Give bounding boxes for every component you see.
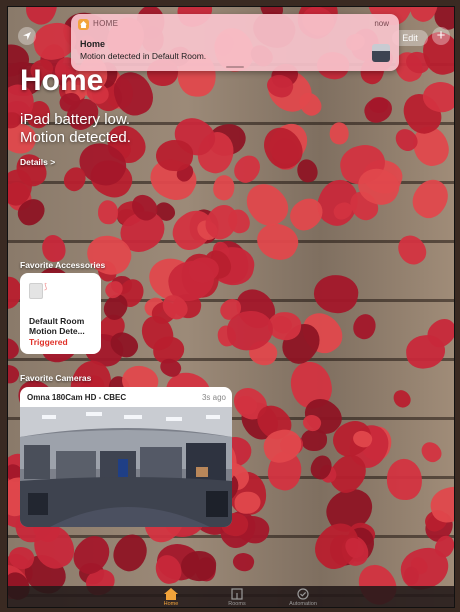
ivy-leaf (406, 172, 454, 224)
tab-bar: Home Rooms Automation (8, 586, 454, 607)
accessory-name: Default Room Motion Dete... (29, 316, 85, 336)
add-button[interactable]: + (432, 27, 450, 45)
accessory-state: Triggered (29, 337, 68, 347)
tab-rooms-label: Rooms (228, 601, 246, 607)
ivy-leaf (210, 172, 237, 202)
ivy-leaf (393, 230, 432, 270)
status-summary: iPad battery low. Motion detected. (20, 111, 131, 147)
page-title: Home (20, 64, 104, 97)
favorite-cameras-label: Favorite Cameras (20, 373, 92, 383)
camera-card[interactable]: Omna 180Cam HD - CBEC 3s ago (20, 387, 232, 527)
motion-sensor-icon (29, 283, 43, 299)
camera-feed[interactable] (20, 407, 232, 527)
details-link[interactable]: Details > (20, 157, 55, 167)
house-icon (164, 588, 178, 600)
office-camera-image (20, 407, 232, 527)
notification-banner[interactable]: HOME now Home Motion detected in Default… (71, 14, 399, 71)
accessory-tile-motion-sensor[interactable]: ⟆ Default Room Motion Dete... Triggered (20, 273, 101, 354)
motion-waves-icon: ⟆ (44, 282, 48, 291)
tab-automation-label: Automation (289, 601, 317, 607)
ivy-leaf (96, 199, 119, 225)
favorite-accessories-label: Favorite Accessories (20, 260, 106, 270)
notification-grabber[interactable] (226, 66, 244, 68)
rooms-icon (231, 588, 243, 600)
ivy-leaf (40, 233, 67, 264)
ivy-leaf (328, 121, 351, 147)
ivy-leaf (296, 157, 320, 185)
notification-camera-thumbnail (372, 44, 390, 62)
status-line-battery: iPad battery low. (20, 111, 131, 128)
status-line-motion: Motion detected. (20, 129, 131, 146)
tab-automation[interactable]: Automation (273, 588, 333, 607)
location-arrow-icon (23, 32, 31, 40)
ivy-leaf (386, 458, 423, 501)
home-app-icon (78, 19, 89, 30)
ivy-leaf (390, 386, 414, 411)
notification-title: Home (80, 39, 106, 49)
ivy-leaf (107, 528, 155, 578)
notification-app-name: HOME (93, 19, 119, 28)
ivy-leaf (349, 311, 380, 344)
camera-timestamp: 3s ago (201, 393, 226, 402)
clock-check-icon (297, 588, 309, 600)
ivy-leaf (310, 270, 363, 317)
notification-time: now (374, 19, 389, 28)
ivy-leaf (8, 361, 22, 386)
tab-rooms[interactable]: Rooms (207, 588, 267, 607)
home-app-screen: Edit + HOME now Home Motion detected in … (7, 6, 455, 608)
location-button[interactable] (18, 27, 36, 45)
ivy-leaf (418, 437, 446, 466)
notification-body: Motion detected in Default Room. (80, 51, 207, 61)
ivy-leaf (231, 550, 256, 574)
ivy-leaf (360, 94, 396, 127)
tab-home-label: Home (163, 601, 179, 607)
ivy-leaf (228, 150, 266, 189)
camera-name: Omna 180Cam HD - CBEC (27, 393, 127, 402)
tab-home[interactable]: Home (141, 588, 201, 607)
